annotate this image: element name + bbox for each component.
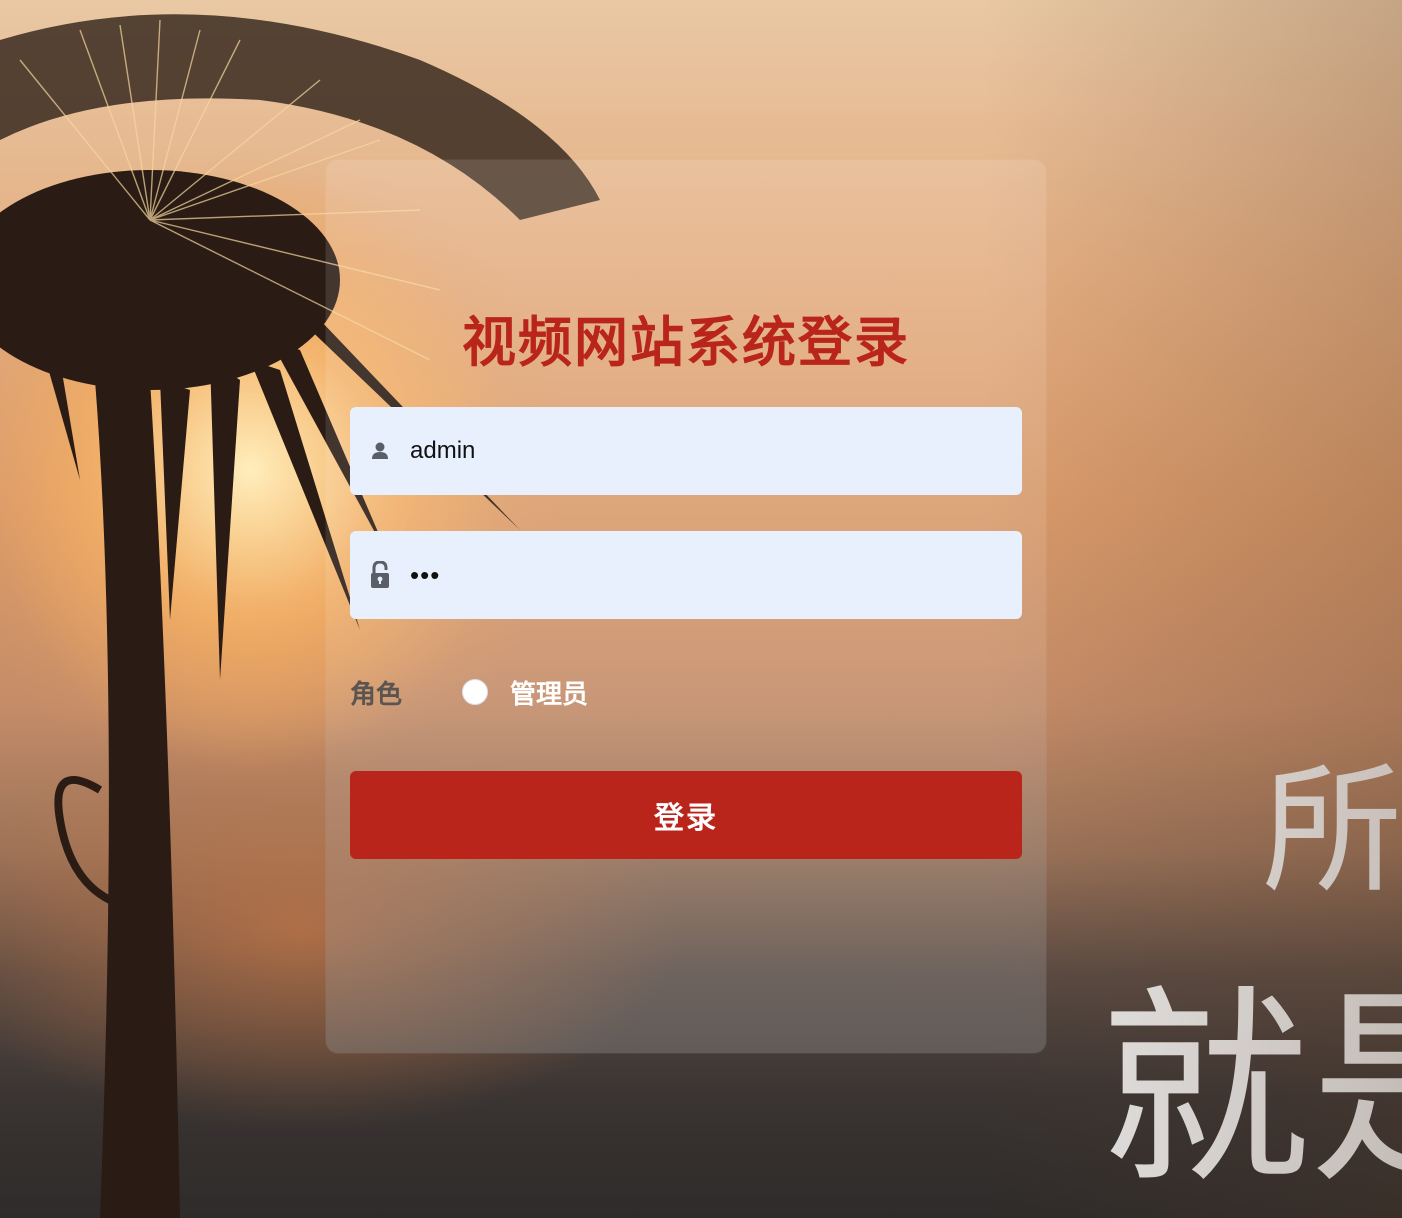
- background-calligraphy-2: 就是: [1100, 967, 1402, 1212]
- role-selector: 角色 管理员: [350, 672, 1022, 712]
- password-field-container: [350, 531, 1022, 619]
- role-option-label: 管理员: [510, 679, 589, 710]
- password-input[interactable]: [410, 531, 1000, 619]
- page-title: 视频网站系统登录: [462, 310, 910, 374]
- username-field-container: [350, 407, 1022, 495]
- role-option-admin[interactable]: 管理员: [462, 674, 588, 710]
- role-label: 角色: [350, 680, 403, 710]
- login-button[interactable]: 登录: [350, 771, 1022, 859]
- login-card: 视频网站系统登录 角色 管理员 登录: [326, 160, 1046, 1053]
- background-calligraphy-1: 所: [1262, 750, 1402, 913]
- radio-button[interactable]: [462, 679, 488, 705]
- username-input[interactable]: [410, 407, 1000, 495]
- lock-icon: [370, 560, 390, 590]
- user-icon: [370, 436, 390, 466]
